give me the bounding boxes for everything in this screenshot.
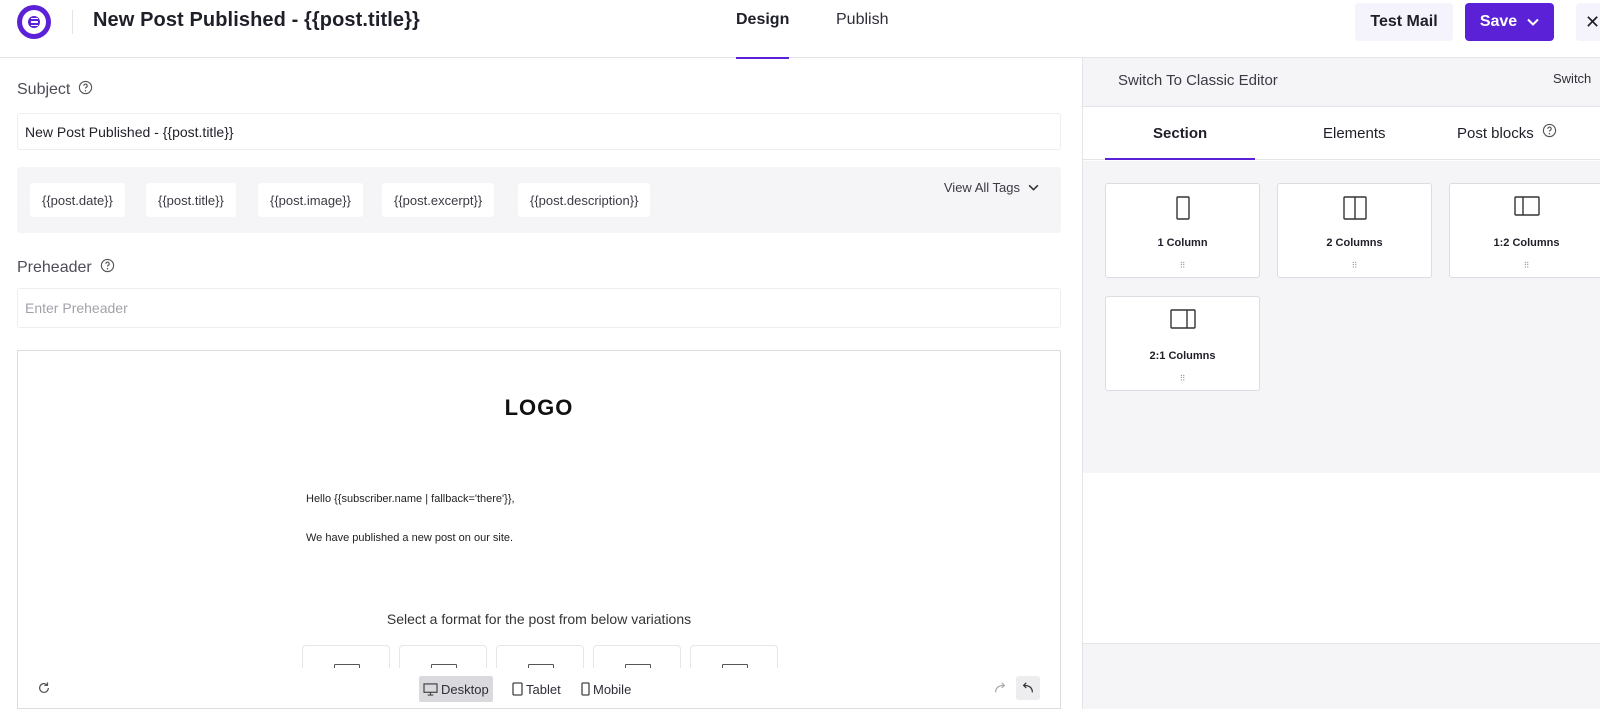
help-icon[interactable] <box>78 80 93 95</box>
one-column-icon <box>1175 196 1190 220</box>
tab-elements[interactable]: Elements <box>1323 125 1386 142</box>
block-label: 1:2 Columns <box>1493 237 1560 249</box>
help-icon[interactable] <box>100 258 115 273</box>
switch-editor-title: Switch To Classic Editor <box>1118 72 1278 89</box>
canvas-toolbar: Desktop Tablet Mobile <box>18 668 1060 708</box>
block-1-2-columns[interactable]: 1:2 Columns ⠿ <box>1449 183 1600 278</box>
device-desktop[interactable]: Desktop <box>419 676 493 702</box>
block-1-column[interactable]: 1 Column ⠿ <box>1105 183 1260 278</box>
switch-editor-button[interactable]: Switch <box>1553 71 1591 86</box>
format-select-prompt: Select a format for the post from below … <box>386 611 692 627</box>
test-mail-button[interactable]: Test Mail <box>1355 3 1453 41</box>
tab-section-label: Section <box>1153 125 1208 142</box>
tab-post-blocks-label: Post blocks <box>1457 125 1534 142</box>
refresh-icon[interactable] <box>32 676 56 700</box>
drag-handle-icon[interactable]: ⠿ <box>1524 261 1530 270</box>
preheader-label: Preheader <box>17 259 92 276</box>
switch-editor-bar: Switch To Classic Editor Switch <box>1083 58 1600 107</box>
block-label: 2:1 Columns <box>1149 350 1216 362</box>
chevron-down-icon <box>1527 18 1539 26</box>
drag-handle-icon[interactable]: ⠿ <box>1352 261 1358 270</box>
tab-post-blocks[interactable]: Post blocks <box>1457 123 1557 142</box>
block-2-1-columns[interactable]: 2:1 Columns ⠿ <box>1105 296 1260 391</box>
one-two-columns-icon <box>1513 196 1540 216</box>
block-label: 1 Column <box>1157 237 1208 249</box>
section-blocks-area: 1 Column ⠿ 2 Columns ⠿ 1:2 Columns ⠿ 2:1… <box>1083 161 1600 473</box>
top-header: New Post Published - {{post.title}} Desi… <box>0 0 1600 59</box>
header-divider <box>72 10 73 34</box>
page-title: New Post Published - {{post.title}} <box>93 9 420 31</box>
active-tab-indicator <box>1105 158 1255 160</box>
preheader-field[interactable] <box>17 288 1061 328</box>
two-columns-icon <box>1342 196 1367 220</box>
email-greeting[interactable]: Hello {{subscriber.name | fallback='ther… <box>306 493 515 505</box>
tag-post-title[interactable]: {{post.title}} <box>146 183 236 217</box>
block-label: 2 Columns <box>1326 237 1383 249</box>
tab-section[interactable]: Section <box>1153 125 1207 142</box>
preheader-input[interactable] <box>25 300 1060 316</box>
tag-post-description[interactable]: {{post.description}} <box>518 183 651 217</box>
view-all-tags-button[interactable]: View All Tags <box>944 180 1039 195</box>
redo-icon[interactable] <box>988 676 1012 700</box>
device-mobile-label: Mobile <box>593 681 632 697</box>
test-mail-label: Test Mail <box>1370 13 1438 30</box>
close-icon: ✕ <box>1585 11 1600 32</box>
drag-handle-icon[interactable]: ⠿ <box>1180 374 1186 383</box>
mobile-icon <box>581 682 590 696</box>
tag-post-date[interactable]: {{post.date}} <box>30 183 125 217</box>
tab-design[interactable]: Design <box>736 11 790 59</box>
view-all-tags-label: View All Tags <box>943 180 1020 195</box>
editor-sidebar: Switch To Classic Editor Switch Section … <box>1082 58 1600 709</box>
subject-label-row: Subject <box>17 80 93 99</box>
tag-post-image[interactable]: {{post.image}} <box>258 183 363 217</box>
block-2-columns[interactable]: 2 Columns ⠿ <box>1277 183 1432 278</box>
device-desktop-label: Desktop <box>441 681 489 697</box>
tab-elements-label: Elements <box>1323 125 1386 142</box>
preheader-label-row: Preheader <box>17 258 115 277</box>
sidebar-tabs: Section Elements Post blocks <box>1083 107 1600 160</box>
save-label: Save <box>1479 13 1518 30</box>
help-icon[interactable] <box>1542 123 1557 138</box>
close-button[interactable]: ✕ <box>1576 3 1600 41</box>
email-body-text[interactable]: We have published a new post on our site… <box>306 532 513 544</box>
chevron-down-icon <box>1028 184 1039 191</box>
tablet-icon <box>512 682 523 696</box>
subject-label: Subject <box>17 81 71 98</box>
device-mobile[interactable]: Mobile <box>577 676 635 702</box>
email-canvas[interactable]: LOGO Hello {{subscriber.name | fallback=… <box>17 350 1061 709</box>
subject-input[interactable]: New Post Published - {{post.title}} <box>17 113 1061 150</box>
two-one-columns-icon <box>1169 309 1196 329</box>
sidebar-footer <box>1083 643 1600 709</box>
save-button[interactable]: Save <box>1465 3 1554 41</box>
tags-box: {{post.date}} {{post.title}} {{post.imag… <box>17 167 1061 233</box>
tag-post-excerpt[interactable]: {{post.excerpt}} <box>382 183 495 217</box>
undo-icon[interactable] <box>1016 676 1040 700</box>
email-logo[interactable]: LOGO <box>18 395 1060 421</box>
desktop-icon <box>423 682 438 696</box>
device-tablet-label: Tablet <box>526 681 561 697</box>
tab-publish[interactable]: Publish <box>836 11 888 58</box>
device-tablet[interactable]: Tablet <box>508 676 565 702</box>
drag-handle-icon[interactable]: ⠿ <box>1180 261 1186 270</box>
app-logo-icon[interactable] <box>17 5 51 39</box>
